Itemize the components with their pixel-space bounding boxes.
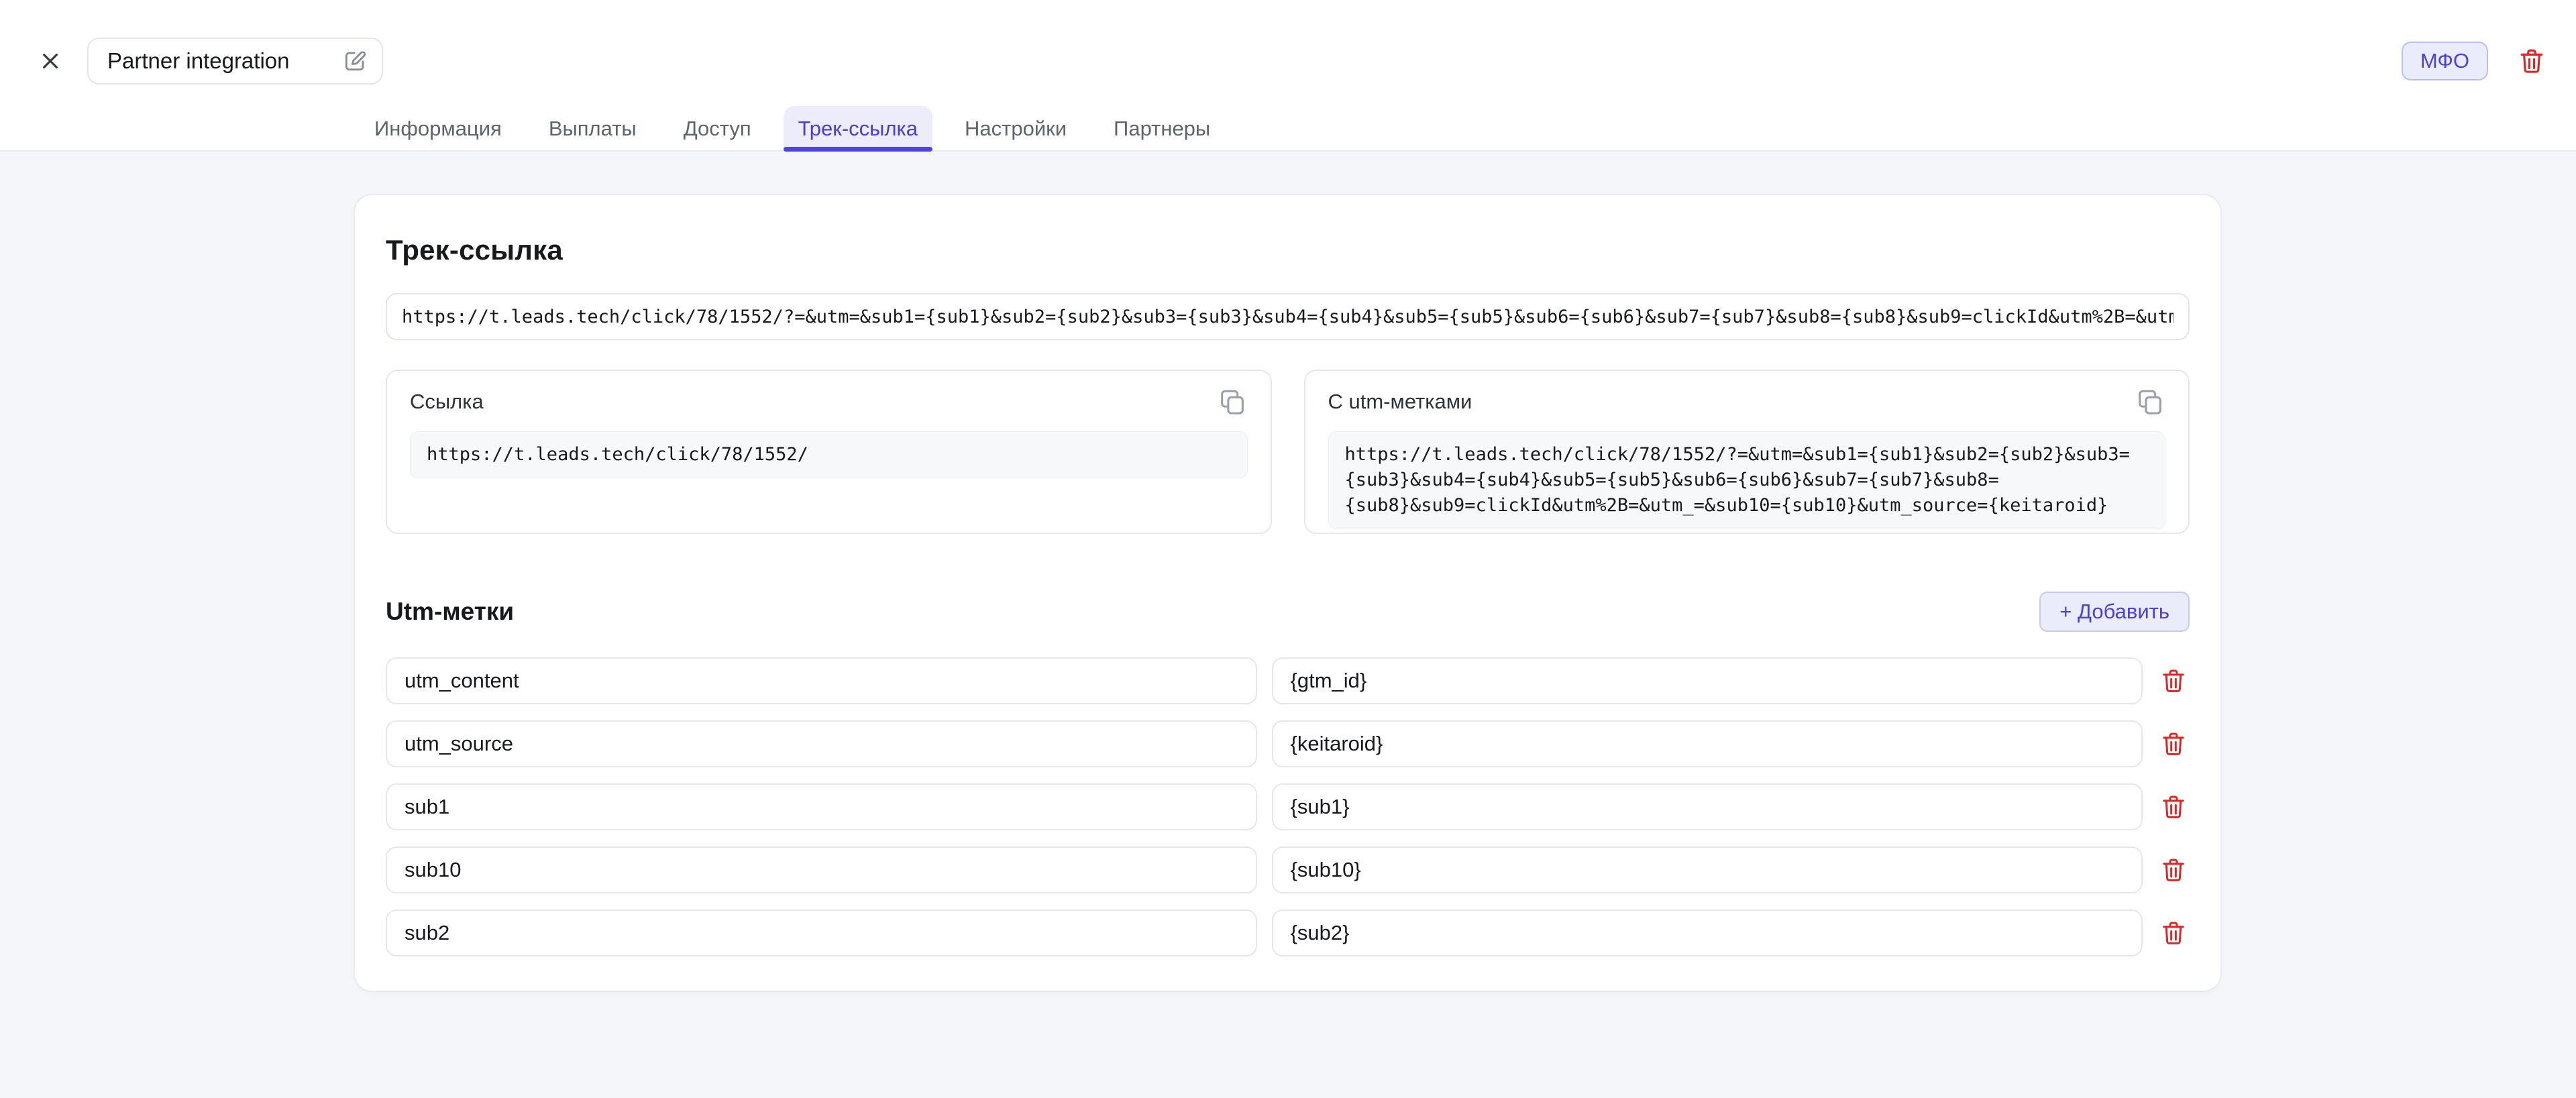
close-button[interactable] — [38, 48, 63, 74]
type-badge[interactable]: МФО — [2402, 42, 2488, 80]
tab-partners[interactable]: Партнеры — [1099, 106, 1225, 152]
delete-utm-row-button[interactable] — [2157, 666, 2190, 696]
utm-key-input[interactable] — [386, 846, 1257, 893]
delete-utm-row-button[interactable] — [2157, 792, 2190, 822]
edit-title-button[interactable] — [341, 48, 368, 74]
copy-link-button[interactable] — [1217, 387, 1248, 418]
trash-icon — [2160, 666, 2187, 696]
utm-value-input[interactable] — [1272, 783, 2143, 830]
integration-title-field[interactable] — [87, 38, 383, 85]
trash-icon — [2160, 729, 2187, 759]
utm-section-title: Utm-метки — [386, 598, 514, 626]
utm-value-input[interactable] — [1272, 846, 2143, 893]
trash-icon — [2160, 918, 2187, 948]
utm-link-value-line: {sub3}&sub4={sub4}&sub5={sub5}&sub6={sub… — [1345, 468, 2149, 493]
tab-access[interactable]: Доступ — [669, 106, 766, 152]
utm-row — [386, 783, 2190, 830]
delete-integration-button[interactable] — [2518, 46, 2546, 76]
utm-section-header: Utm-метки + Добавить — [386, 592, 2190, 632]
tab-bar: Информация Выплаты Доступ Трек-ссылка На… — [360, 106, 1225, 152]
delete-utm-row-button[interactable] — [2157, 855, 2190, 885]
add-utm-button[interactable]: + Добавить — [2039, 592, 2190, 632]
utm-key-input[interactable] — [386, 783, 1257, 830]
trash-icon — [2160, 792, 2187, 822]
utm-link-value-line: https://t.leads.tech/click/78/1552/?=&ut… — [1345, 442, 2149, 468]
header: МФО Информация Выплаты Доступ Трек-ссылк… — [0, 0, 2576, 152]
utm-key-input[interactable] — [386, 720, 1257, 767]
delete-utm-row-button[interactable] — [2157, 918, 2190, 948]
utm-row — [386, 657, 2190, 704]
header-left — [38, 38, 383, 85]
edit-icon — [341, 48, 368, 74]
utm-rows — [386, 657, 2190, 956]
tab-payouts[interactable]: Выплаты — [534, 106, 651, 152]
utm-link-value-line: {sub8}&sub9=clickId&utm%2B=&utm_=&sub10=… — [1345, 493, 2149, 518]
utm-key-input[interactable] — [386, 910, 1257, 956]
card-title: Трек-ссылка — [386, 234, 2190, 266]
tab-information[interactable]: Информация — [360, 106, 517, 152]
link-value-box: https://t.leads.tech/click/78/1552/ — [410, 431, 1248, 478]
utm-value-input[interactable] — [1272, 657, 2143, 704]
track-link-card: Трек-ссылка Ссылка https://t.leads.tech/… — [354, 194, 2222, 992]
link-value: https://t.leads.tech/click/78/1552/ — [427, 442, 1231, 468]
utm-row — [386, 720, 2190, 767]
track-url-field[interactable] — [386, 293, 2190, 340]
utm-key-input[interactable] — [386, 657, 1257, 704]
trash-icon — [2160, 855, 2187, 885]
tab-settings[interactable]: Настройки — [950, 106, 1081, 152]
link-box-label: Ссылка — [410, 387, 484, 414]
link-boxes-row: Ссылка https://t.leads.tech/click/78/155… — [386, 370, 2190, 534]
close-icon — [38, 48, 63, 74]
copy-utm-link-button[interactable] — [2135, 387, 2165, 418]
tab-track-link[interactable]: Трек-ссылка — [784, 106, 932, 152]
utm-row — [386, 846, 2190, 893]
copy-icon — [2135, 387, 2165, 418]
utm-value-input[interactable] — [1272, 910, 2143, 956]
utm-link-box: С utm-метками https://t.leads.tech/click… — [1304, 370, 2190, 534]
integration-title-input[interactable] — [106, 48, 333, 74]
copy-icon — [1217, 387, 1248, 418]
trash-icon — [2518, 46, 2546, 76]
link-box: Ссылка https://t.leads.tech/click/78/155… — [386, 370, 1272, 534]
utm-value-input[interactable] — [1272, 720, 2143, 767]
utm-link-box-label: С utm-метками — [1328, 387, 1472, 414]
utm-link-value-box: https://t.leads.tech/click/78/1552/?=&ut… — [1328, 431, 2166, 529]
utm-row — [386, 910, 2190, 956]
header-right: МФО — [2402, 42, 2546, 80]
delete-utm-row-button[interactable] — [2157, 729, 2190, 759]
